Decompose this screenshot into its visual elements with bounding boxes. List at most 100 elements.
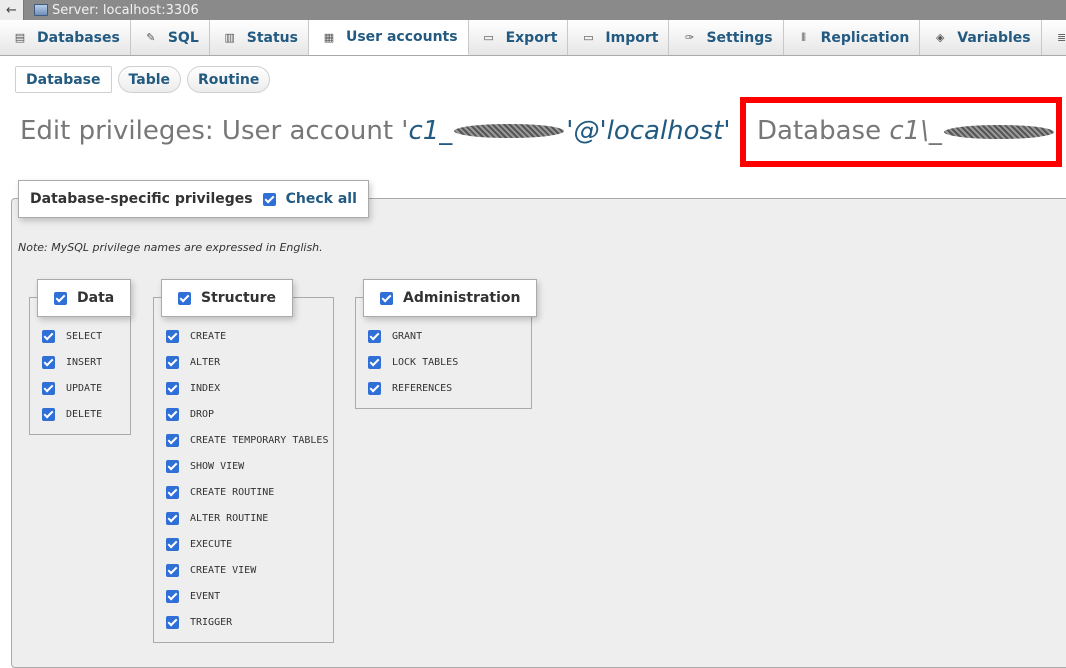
group-checkbox[interactable] (54, 291, 67, 305)
tab-sql[interactable]: ✎ SQL (131, 20, 210, 55)
check-all-checkbox[interactable] (262, 192, 276, 206)
privilege-item[interactable]: CREATE ROUTINE (166, 486, 274, 499)
privilege-checkbox[interactable] (166, 408, 179, 421)
privilege-checkbox[interactable] (42, 382, 55, 395)
privilege-label[interactable]: INDEX (190, 383, 220, 394)
tab-charsets[interactable]: ≣Charsets (1042, 20, 1066, 55)
charsets-icon: ≣ (1057, 31, 1066, 44)
privilege-item[interactable]: CREATE (166, 330, 226, 343)
privilege-label[interactable]: CREATE TEMPORARY TABLES (190, 435, 328, 446)
privilege-checkbox[interactable] (166, 330, 179, 343)
privilege-checkbox[interactable] (368, 356, 381, 369)
privilege-checkbox[interactable] (368, 382, 381, 395)
variables-icon: ◈ (936, 31, 945, 44)
privilege-checkbox[interactable] (166, 460, 179, 473)
privilege-item[interactable]: CREATE TEMPORARY TABLES (166, 434, 328, 447)
main-tabs: ▤ Databases ✎ SQL ▥ Status ▦ User accounts ▭ Expo… (0, 20, 1066, 56)
privileges-legend-label: Database-specific privileges (30, 191, 253, 207)
privilege-label[interactable]: ALTER ROUTINE (190, 513, 268, 524)
privilege-item[interactable]: EVENT (166, 590, 220, 603)
privilege-checkbox[interactable] (368, 330, 381, 343)
privilege-label[interactable]: LOCK TABLES (392, 357, 458, 368)
privilege-item[interactable]: CREATE VIEW (166, 564, 256, 577)
status-icon: ▥ (224, 31, 235, 44)
server-icon (34, 4, 48, 16)
subtab-table[interactable]: Table (117, 66, 182, 93)
group-label[interactable]: Data (77, 290, 114, 306)
privilege-checkbox[interactable] (166, 486, 179, 499)
privilege-label[interactable]: DROP (190, 409, 214, 420)
privilege-item[interactable]: SHOW VIEW (166, 460, 244, 473)
back-button[interactable]: ← (0, 0, 24, 20)
privilege-label[interactable]: REFERENCES (392, 383, 452, 394)
privilege-item[interactable]: UPDATE (42, 382, 102, 395)
highlight-box (740, 97, 1062, 167)
tab-settings[interactable]: ✑ Settings (669, 20, 784, 55)
privilege-label[interactable]: SELECT (66, 331, 102, 342)
privilege-item[interactable]: INSERT (42, 356, 102, 369)
privilege-item[interactable]: DROP (166, 408, 214, 421)
tab-label: Status (246, 29, 298, 46)
privilege-checkbox[interactable] (42, 356, 55, 369)
privilege-label[interactable]: DELETE (66, 409, 102, 420)
check-all-label[interactable]: Check all (286, 191, 357, 207)
tab-export[interactable]: ▭ Export (469, 20, 569, 55)
privilege-label[interactable]: EVENT (190, 591, 220, 602)
sql-icon: ✎ (146, 31, 156, 44)
privilege-item[interactable]: INDEX (166, 382, 220, 395)
tab-label: Import (605, 29, 659, 46)
title-prefix: Edit privileges: User account ' (20, 116, 409, 146)
sub-tabs: Database Table Routine (15, 66, 271, 93)
privilege-item[interactable]: EXECUTE (166, 538, 232, 551)
privilege-label[interactable]: EXECUTE (190, 539, 232, 550)
tab-databases[interactable]: ▤ Databases (0, 20, 131, 55)
privilege-item[interactable]: REFERENCES (368, 382, 452, 395)
privilege-checkbox[interactable] (166, 590, 179, 603)
privilege-checkbox[interactable] (166, 564, 179, 577)
privilege-label[interactable]: TRIGGER (190, 617, 232, 628)
privilege-checkbox[interactable] (166, 382, 179, 395)
privilege-label[interactable]: CREATE ROUTINE (190, 487, 274, 498)
privilege-label[interactable]: CREATE (190, 331, 226, 342)
group-label[interactable]: Structure (201, 290, 276, 306)
privilege-label[interactable]: SHOW VIEW (190, 461, 244, 472)
group-label[interactable]: Administration (403, 290, 520, 306)
import-icon: ▭ (583, 31, 594, 44)
privilege-checkbox[interactable] (166, 356, 179, 369)
privilege-label[interactable]: GRANT (392, 331, 422, 342)
privilege-checkbox[interactable] (166, 512, 179, 525)
subtab-database[interactable]: Database (15, 66, 112, 93)
privilege-item[interactable]: ALTER ROUTINE (166, 512, 268, 525)
privilege-item[interactable]: DELETE (42, 408, 102, 421)
privilege-checkbox[interactable] (166, 434, 179, 447)
privilege-label[interactable]: CREATE VIEW (190, 565, 256, 576)
privilege-checkbox[interactable] (42, 408, 55, 421)
tab-user-accounts[interactable]: ▦ User accounts (308, 20, 469, 55)
group-checkbox[interactable] (178, 291, 191, 305)
privilege-label[interactable]: INSERT (66, 357, 102, 368)
privilege-label[interactable]: UPDATE (66, 383, 102, 394)
privilege-item[interactable]: ALTER (166, 356, 220, 369)
settings-icon: ✑ (684, 31, 695, 44)
privilege-note: Note: MySQL privilege names are expresse… (18, 241, 323, 254)
privilege-checkbox[interactable] (166, 538, 179, 551)
tab-variables[interactable]: ◈ Variables (920, 20, 1042, 55)
privilege-item[interactable]: LOCK TABLES (368, 356, 458, 369)
tab-replication[interactable]: ⫴ Replication (784, 20, 921, 55)
privilege-label[interactable]: ALTER (190, 357, 220, 368)
tab-status[interactable]: ▥ Status (210, 20, 309, 55)
tab-label: User accounts (345, 29, 458, 45)
subtab-routine[interactable]: Routine (187, 66, 271, 93)
privilege-item[interactable]: GRANT (368, 330, 422, 343)
tab-label: Settings (706, 29, 773, 46)
privilege-checkbox[interactable] (42, 330, 55, 343)
privilege-item[interactable]: TRIGGER (166, 616, 232, 629)
privilege-item[interactable]: SELECT (42, 330, 102, 343)
window-titlebar: ← Server: localhost:3306 (0, 0, 1066, 20)
tab-label: Databases (37, 29, 120, 46)
privilege-checkbox[interactable] (166, 616, 179, 629)
replication-icon: ⫴ (801, 30, 806, 44)
group-checkbox[interactable] (380, 291, 393, 305)
tab-import[interactable]: ▭ Import (568, 20, 670, 55)
users-icon: ▦ (323, 30, 335, 44)
